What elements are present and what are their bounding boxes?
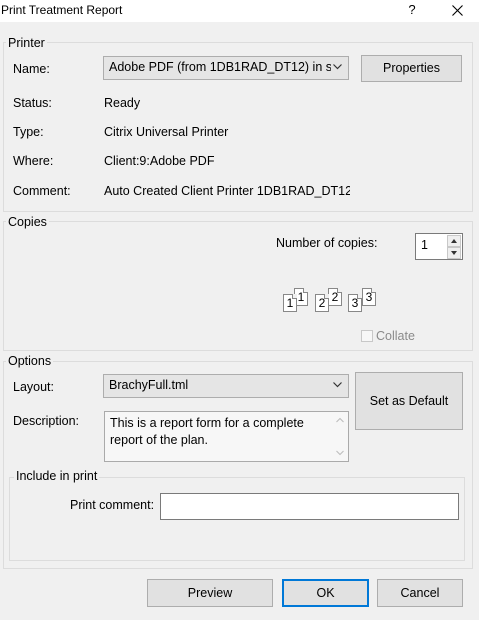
ok-button[interactable]: OK [282, 579, 369, 607]
spin-down-icon [451, 251, 457, 255]
chevron-down-icon [333, 64, 342, 70]
number-of-copies-label: Number of copies: [276, 236, 378, 250]
collate-page-1-front: 1 [283, 294, 297, 312]
spin-up-icon [451, 239, 457, 243]
preview-button[interactable]: Preview [147, 579, 273, 607]
scroll-down-icon [336, 450, 344, 456]
cancel-button[interactable]: Cancel [377, 579, 463, 607]
printer-name-value: Adobe PDF (from 1DB1RAD_DT12) in s [109, 60, 331, 74]
dialog-title: Print Treatment Report [1, 3, 123, 17]
where-value: Client:9:Adobe PDF [104, 154, 215, 168]
spin-down-button[interactable] [447, 247, 461, 259]
copies-spinner[interactable]: 1 [415, 233, 463, 260]
layout-label: Layout: [13, 380, 55, 394]
options-group-label: Options [6, 354, 54, 368]
scroll-up-icon [336, 417, 344, 423]
printer-group-label: Printer [6, 36, 47, 50]
collate-page-2-back: 2 [328, 288, 342, 306]
printer-name-dropdown[interactable]: Adobe PDF (from 1DB1RAD_DT12) in s [103, 56, 349, 80]
chevron-down-icon [333, 382, 342, 388]
print-comment-input[interactable] [160, 493, 459, 520]
spin-up-button[interactable] [447, 235, 461, 247]
type-value: Citrix Universal Printer [104, 125, 229, 139]
copies-value: 1 [421, 238, 428, 252]
collate-label: Collate [376, 329, 415, 343]
properties-button[interactable]: Properties [361, 55, 462, 82]
description-label: Description: [13, 414, 79, 428]
type-label: Type: [13, 125, 44, 139]
collate-page-3-front: 3 [348, 294, 362, 312]
description-scrollbar[interactable] [332, 412, 348, 461]
collate-checkbox[interactable] [361, 330, 373, 342]
layout-value: BrachyFull.tml [109, 378, 189, 392]
printer-name-label: Name: [13, 62, 50, 76]
comment-value: Auto Created Client Printer 1DB1RAD_DT12 [104, 184, 350, 198]
print-comment-label: Print comment: [70, 498, 155, 512]
description-textbox[interactable]: This is a report form for a complete rep… [104, 411, 349, 462]
help-button[interactable]: ? [400, 0, 424, 22]
collate-illustration: 1 1 2 2 3 3 [278, 284, 378, 314]
collate-page-3-back: 3 [362, 288, 376, 306]
description-text: This is a report form for a complete rep… [110, 416, 304, 447]
layout-dropdown[interactable]: BrachyFull.tml [103, 374, 349, 398]
close-button[interactable] [445, 0, 469, 22]
copies-group-label: Copies [6, 215, 49, 229]
set-as-default-button[interactable]: Set as Default [355, 372, 463, 430]
include-in-print-label: Include in print [14, 469, 100, 483]
collate-page-2-front: 2 [315, 294, 329, 312]
status-label: Status: [13, 96, 52, 110]
status-value: Ready [104, 96, 141, 110]
comment-label: Comment: [13, 184, 71, 198]
close-icon [451, 5, 463, 16]
where-label: Where: [13, 154, 54, 168]
